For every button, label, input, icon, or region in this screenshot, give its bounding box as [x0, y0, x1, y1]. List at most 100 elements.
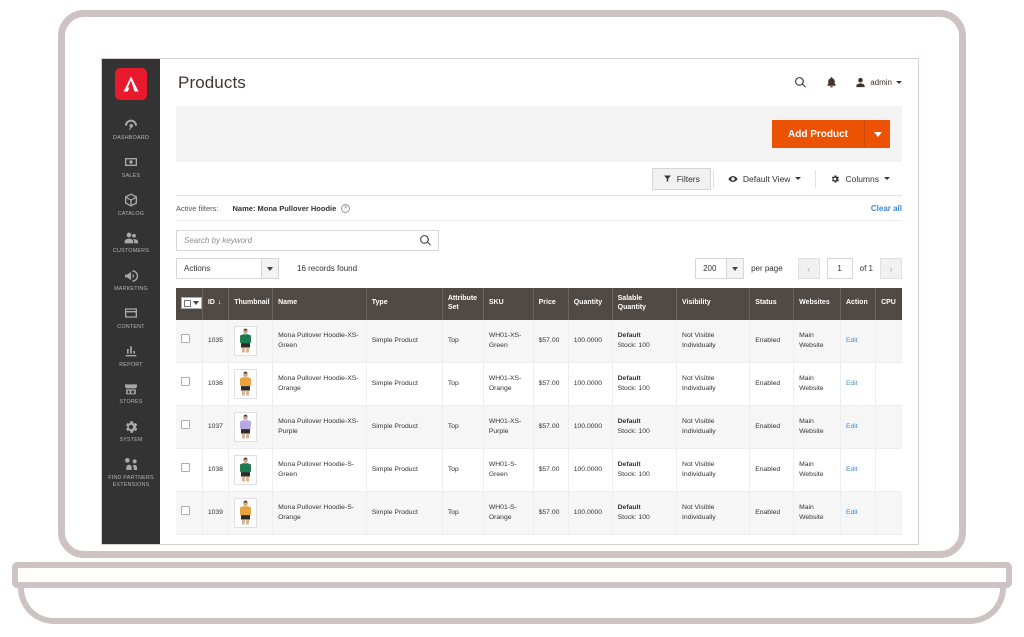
sidebar-item-dashboard[interactable]: Dashboard [102, 110, 160, 148]
grid-cell-type: Simple Product [366, 448, 443, 492]
content-icon [123, 305, 140, 322]
table-row[interactable]: 1035 Mona Pullover Hoodie-XS-Green Simple … [176, 319, 902, 363]
table-row[interactable]: 1037 Mona Pullover Hoodie-XS-Purple Simple… [176, 405, 902, 449]
table-row[interactable]: 1038 Mona Pullover Hoodie-S-Green Simple P… [176, 448, 902, 492]
cell-value-attribute_set: Top [447, 422, 459, 430]
pagination-controls: 200 per page ‹ of 1 › [695, 258, 902, 279]
salable-stock-value: Stock: 100 [617, 341, 650, 349]
grid-column-label: Quantity [573, 299, 603, 307]
sidebar-item-report[interactable]: Report [102, 337, 160, 375]
grid-column-header-salable_quantity[interactable]: Salable Quantity [612, 288, 678, 320]
filters-button[interactable]: Filters [651, 167, 711, 190]
page-number-field [826, 258, 853, 279]
row-select-checkbox[interactable] [181, 420, 190, 430]
grid-cell-type: Simple Product [366, 362, 443, 406]
chevron-left-icon[interactable]: ‹ [797, 258, 820, 279]
cell-value-type: Simple Product [371, 379, 418, 387]
product-thumbnail[interactable] [234, 497, 258, 528]
table-row[interactable]: 1039 Mona Pullover Hoodie-S-Orange Simple … [176, 491, 902, 535]
add-product-button[interactable]: Add Product [772, 120, 864, 148]
grid-column-label: CPU [881, 299, 896, 307]
select-all-dropdown[interactable] [181, 297, 202, 310]
sidebar-item-catalog[interactable]: Catalog [102, 186, 160, 224]
product-thumbnail[interactable] [234, 411, 258, 442]
grid-cell-action: Edit [840, 491, 877, 535]
sidebar-item-content[interactable]: Content [102, 299, 160, 337]
grid-column-header-thumbnail[interactable]: Thumbnail [228, 288, 274, 320]
sidebar-item-customers[interactable]: Customers [102, 223, 160, 261]
sidebar-item-system[interactable]: System [102, 412, 160, 450]
grid-column-label: Websites [799, 299, 830, 307]
cell-value-quantity: 100.0000 [573, 465, 603, 473]
grid-column-header-attribute_set[interactable]: Attribute Set [442, 288, 484, 320]
cell-value-attribute_set: Top [447, 336, 459, 344]
grid-column-label: ID [207, 299, 215, 307]
grid-column-header-select[interactable] [176, 288, 203, 320]
sidebar-item-sales[interactable]: Sales [102, 148, 160, 186]
close-circle-icon[interactable]: ✕ [341, 203, 351, 213]
cell-value-sku: WH01-XS-Orange [488, 375, 522, 392]
search-input[interactable] [177, 231, 438, 250]
laptop-base [12, 562, 1012, 588]
grid-cell-name: Mona Pullover Hoodie-S-Orange [272, 491, 367, 535]
search-icon[interactable] [793, 76, 807, 90]
grid-column-header-cpu[interactable]: CPU [875, 288, 902, 320]
salable-stock-value: Stock: 100 [617, 384, 650, 392]
page-input[interactable] [827, 259, 852, 278]
grid-column-header-id[interactable]: ID ↓ [202, 288, 230, 320]
grid-column-header-status[interactable]: Status [749, 288, 795, 320]
cell-value-status: Enabled [755, 422, 781, 430]
product-thumbnail[interactable] [234, 368, 258, 399]
grid-cell-sku: WH01-S-Orange [483, 491, 534, 535]
sidebar-item-stores[interactable]: Stores [102, 374, 160, 412]
grid-column-header-type[interactable]: Type [366, 288, 443, 320]
edit-link[interactable]: Edit [846, 509, 858, 516]
cell-value-id: 1039 [207, 508, 223, 516]
grid-column-header-sku[interactable]: SKU [483, 288, 534, 320]
cell-value-sku: WH01-XS-Purple [488, 418, 522, 435]
cell-value-type: Simple Product [371, 465, 418, 473]
report-icon [123, 343, 140, 360]
product-thumbnail[interactable] [234, 325, 258, 356]
grid-column-header-quantity[interactable]: Quantity [568, 288, 613, 320]
grid-cell-price: $57.00 [533, 448, 569, 492]
products-grid-wrapper: ID ↓ Thumbnail Name Type Attribute Set SKU Pric… [176, 288, 902, 544]
edit-link[interactable]: Edit [846, 466, 858, 473]
row-select-checkbox[interactable] [181, 334, 190, 344]
actions-dropdown[interactable]: Actions [176, 258, 279, 279]
grid-column-header-price[interactable]: Price [533, 288, 569, 320]
clear-all-link[interactable]: Clear all [871, 204, 902, 213]
grid-column-header-name[interactable]: Name [272, 288, 367, 320]
edit-link[interactable]: Edit [846, 423, 858, 430]
salable-stock-name: Default [617, 461, 641, 469]
row-select-checkbox[interactable] [181, 377, 190, 387]
grid-column-header-websites[interactable]: Websites [793, 288, 841, 320]
grid-column-header-action[interactable]: Action [840, 288, 877, 320]
chevron-right-icon[interactable]: › [880, 258, 902, 279]
row-select-checkbox[interactable] [181, 463, 190, 473]
select-all-checkbox[interactable] [184, 299, 191, 307]
default-view-dropdown[interactable]: Default View [716, 168, 814, 190]
adobe-logo-icon[interactable] [115, 68, 147, 100]
per-page-dropdown[interactable]: 200 [695, 258, 745, 279]
search-field-wrapper [176, 230, 439, 251]
bell-icon[interactable] [824, 76, 838, 90]
sidebar-item-marketing[interactable]: Marketing [102, 261, 160, 299]
edit-link[interactable]: Edit [846, 380, 858, 387]
grid-cell-salable_quantity: Default Stock: 100 [612, 405, 678, 449]
product-thumbnail[interactable] [234, 454, 258, 485]
laptop-foot [18, 588, 1006, 624]
grid-column-header-visibility[interactable]: Visibility [676, 288, 751, 320]
search-icon[interactable] [419, 234, 432, 247]
table-row[interactable]: 1036 Mona Pullover Hoodie-XS-Orange Simple… [176, 362, 902, 406]
admin-account-menu[interactable]: admin [855, 77, 902, 88]
edit-link[interactable]: Edit [846, 337, 858, 344]
grid-cell-select [176, 405, 203, 449]
sidebar-item-label: Customers [112, 248, 150, 255]
grid-toolbar: Filters Default View Columns [176, 162, 902, 196]
add-product-dropdown-toggle[interactable] [864, 120, 890, 148]
sidebar-item-find-partners-extensions[interactable]: Find Partners Extensions [102, 450, 160, 495]
columns-dropdown[interactable]: Columns [818, 168, 902, 190]
row-select-checkbox[interactable] [181, 506, 190, 516]
eye-icon [728, 175, 738, 182]
